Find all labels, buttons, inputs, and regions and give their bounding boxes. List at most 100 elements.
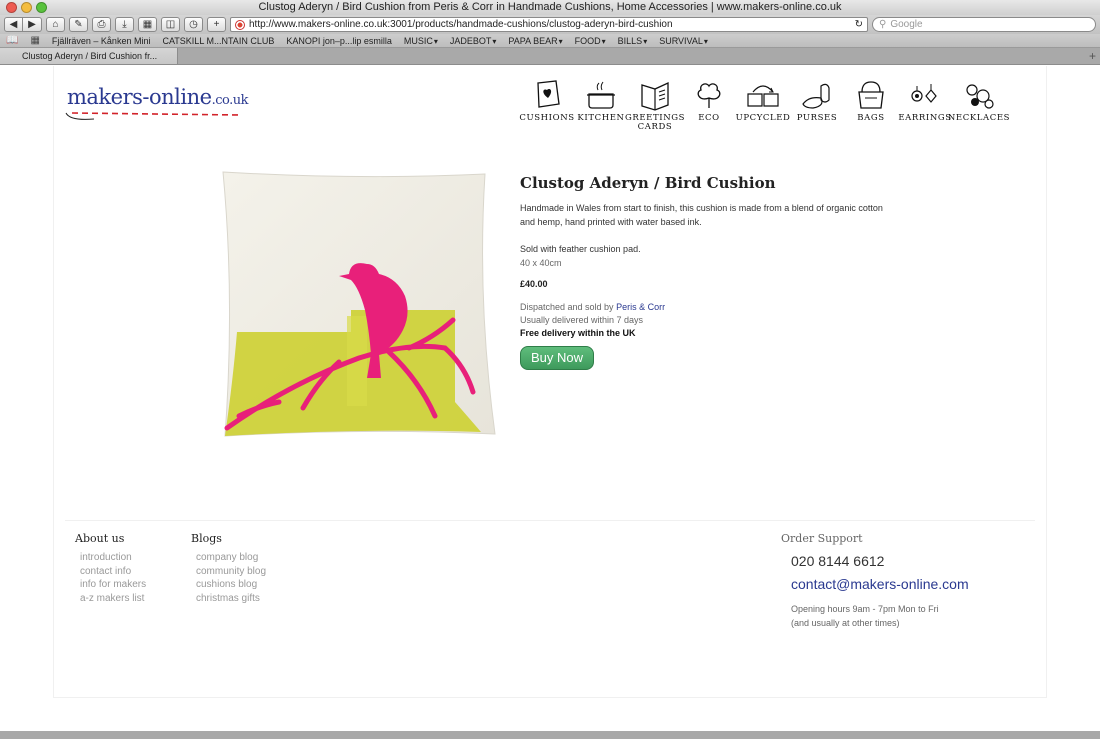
dispatched-label: Dispatched and sold by (520, 302, 617, 312)
hours-line-2: (and usually at other times) (791, 618, 900, 628)
window-controls (6, 2, 47, 13)
product-title: Clustog Aderyn / Bird Cushion (520, 174, 776, 192)
downloads-button[interactable]: ⤓ (115, 17, 134, 32)
edit-button[interactable]: ✎ (69, 17, 88, 32)
bookmarks-bar: 📖 ▦ Fjällräven – Kånken Mini CATSKILL M.… (0, 34, 1100, 48)
url-text: http://www.makers-online.co.uk:3001/prod… (249, 19, 673, 30)
download-icon: ⤓ (122, 18, 127, 30)
search-field[interactable]: ⚲ Google (872, 17, 1096, 32)
earrings-icon (911, 84, 937, 103)
nav-eco[interactable]: Eco (682, 78, 736, 132)
product-description: Handmade in Wales from start to finish, … (520, 203, 883, 227)
plus-icon: + (213, 18, 220, 30)
footer-link[interactable]: community blog (191, 565, 266, 579)
home-button[interactable]: ⌂ (46, 17, 65, 32)
product-image[interactable] (219, 170, 499, 440)
nav-label: Earrings (898, 113, 952, 123)
footer-about: About us introduction contact info info … (75, 532, 146, 605)
product-pad-note: Sold with feather cushion pad. (520, 244, 641, 254)
nav-cushions[interactable]: Cushions (519, 78, 574, 132)
footer-link[interactable]: a-z makers list (75, 592, 146, 606)
forward-arrow-icon: ▶ (28, 18, 36, 30)
nav-necklaces[interactable]: Necklaces (948, 78, 1010, 132)
site-favicon-icon (235, 19, 245, 30)
nav-label: Purses (796, 113, 838, 123)
cooking-pot-icon (587, 81, 615, 109)
forward-button[interactable]: ▶ (23, 17, 42, 32)
cushion-heart-icon (537, 80, 560, 108)
nav-label: Bags (857, 113, 885, 123)
window-bottom-bar (0, 731, 1100, 739)
bookmark-item[interactable]: Fjällräven – Kånken Mini (52, 36, 151, 46)
bookmark-folder[interactable]: MUSIC (404, 36, 438, 46)
bookmark-folder[interactable]: FOOD (575, 36, 606, 46)
nav-label: Upcycled (735, 113, 791, 123)
back-button[interactable]: ◀ (4, 17, 23, 32)
add-bookmark-button[interactable]: + (207, 17, 226, 32)
bookmarks-view-button[interactable]: ◫ (161, 17, 180, 32)
window-titlebar: Clustog Aderyn / Bird Cushion from Peris… (0, 0, 1100, 15)
product-size: 40 x 40cm (520, 258, 562, 268)
nav-label: Eco (698, 113, 720, 123)
dispatch-info: Dispatched and sold by Peris & Corr Usua… (520, 301, 900, 340)
product-price: £40.00 (520, 279, 548, 289)
logo-suffix-text: .co.uk (211, 93, 249, 108)
handbag-icon (858, 81, 884, 109)
open-book-icon[interactable]: 📖 (6, 35, 18, 46)
opening-hours: Opening hours 9am - 7pm Mon to Fri (and … (791, 602, 969, 630)
close-window-button[interactable] (6, 2, 17, 13)
browser-toolbar: ◀ ▶ ⌂ ✎ ⎙ ⤓ ▦ ◫ ◷ + http://www.makers-on… (0, 15, 1100, 34)
back-arrow-icon: ◀ (9, 18, 18, 30)
greeting-card-icon (641, 81, 669, 111)
nav-earrings[interactable]: Earrings (898, 78, 952, 132)
reload-icon[interactable]: ↻ (855, 19, 863, 30)
footer-link[interactable]: introduction (75, 551, 146, 565)
nav-bags[interactable]: Bags (844, 78, 898, 132)
nav-purses[interactable]: Purses (790, 78, 844, 132)
footer-link[interactable]: contact info (75, 565, 146, 579)
footer-support: Order Support 020 8144 6612 contact@make… (781, 532, 969, 630)
bookmark-folder[interactable]: BILLS (618, 36, 648, 46)
footer-link[interactable]: info for makers (75, 578, 146, 592)
back-forward-group: ◀ ▶ (4, 17, 42, 32)
bookmark-folder[interactable]: JADEBOT (450, 36, 497, 46)
top-sites-button[interactable]: ▦ (138, 17, 157, 32)
purse-icon (802, 83, 830, 109)
seller-link[interactable]: Peris & Corr (616, 302, 665, 312)
history-button[interactable]: ◷ (184, 17, 203, 32)
bookmark-item[interactable]: KANOPI jon–p...lip esmilla (286, 36, 392, 46)
search-icon: ⚲ (879, 19, 887, 30)
pencil-icon: ✎ (74, 18, 83, 30)
footer-link[interactable]: christmas gifts (191, 592, 266, 606)
print-button[interactable]: ⎙ (92, 17, 111, 32)
nav-kitchen[interactable]: Kitchen (574, 78, 628, 132)
bookmark-item[interactable]: CATSKILL M...NTAIN CLUB (162, 36, 274, 46)
necklace-icon (966, 84, 994, 109)
zoom-window-button[interactable] (36, 2, 47, 13)
minimize-window-button[interactable] (21, 2, 32, 13)
nav-label: Necklaces (947, 113, 1011, 123)
footer-blogs: Blogs company blog community blog cushio… (191, 532, 266, 605)
tab-active[interactable]: Clustog Aderyn / Bird Cushion fr... (0, 48, 178, 64)
book-icon: ◫ (165, 18, 176, 30)
tab-bar: Clustog Aderyn / Bird Cushion fr... + (0, 48, 1100, 65)
bookmark-folder[interactable]: SURVIVAL (659, 36, 708, 46)
product-info: Clustog Aderyn / Bird Cushion Handmade i… (520, 174, 900, 370)
footer-link[interactable]: company blog (191, 551, 266, 565)
new-tab-icon[interactable]: + (1089, 49, 1096, 63)
nav-upcycled[interactable]: Upcycled (736, 78, 790, 132)
address-bar[interactable]: http://www.makers-online.co.uk:3001/prod… (230, 17, 868, 32)
top-sites-grid-icon[interactable]: ▦ (30, 35, 39, 46)
site-logo[interactable]: makers-online.co.uk (67, 85, 248, 109)
logo-main-text: makers-online (67, 85, 212, 109)
window-title: Clustog Aderyn / Bird Cushion from Peris… (258, 1, 842, 13)
footer-divider (65, 520, 1035, 521)
bookmark-folder[interactable]: PAPA BEAR (508, 36, 562, 46)
order-support-title: Order Support (781, 532, 863, 545)
buy-now-button[interactable]: Buy Now (520, 346, 594, 370)
nav-greetings-cards[interactable]: Greetings Cards (625, 78, 684, 132)
nav-label-line2: Cards (637, 122, 673, 132)
footer-link[interactable]: cushions blog (191, 578, 266, 592)
support-email-link[interactable]: contact@makers-online.com (791, 576, 969, 592)
nav-label: Kitchen (577, 113, 625, 123)
